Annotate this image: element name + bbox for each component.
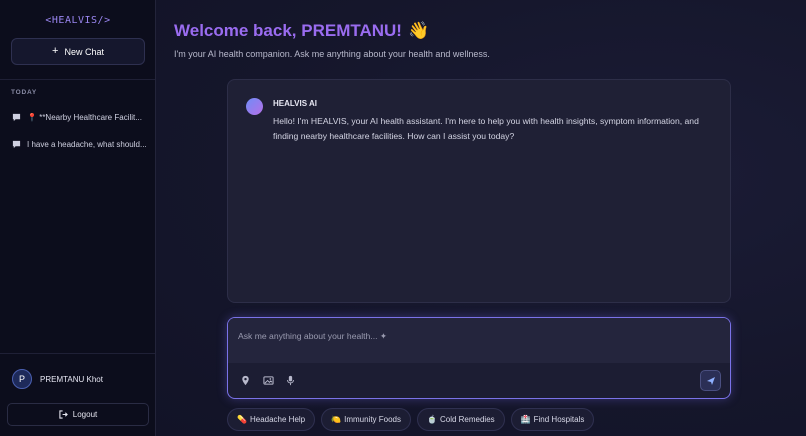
lemon-icon: 🍋: [331, 415, 342, 424]
wave-emoji: 👋: [407, 21, 430, 40]
chat-bubble-icon: [12, 140, 21, 148]
logout-button[interactable]: Logout: [7, 403, 149, 426]
chip-label: Cold Remedies: [439, 415, 495, 424]
hospital-icon: 🏥: [520, 415, 531, 424]
new-chat-button[interactable]: + New Chat: [11, 38, 145, 65]
plus-icon: +: [52, 45, 59, 57]
chat-input[interactable]: [238, 328, 718, 344]
suggestion-chips: 💊 Headache Help 🍋 Immunity Foods 🍵 Cold …: [227, 408, 595, 431]
history-section-label: TODAY: [11, 89, 38, 96]
avatar: P: [12, 369, 32, 389]
assistant-avatar: [246, 98, 263, 115]
chip-headache-help[interactable]: 💊 Headache Help: [227, 408, 316, 431]
history-item-label: I have a headache, what should...: [27, 139, 147, 149]
sidebar-divider: [0, 79, 155, 80]
chat-input-box: [227, 317, 731, 399]
app-logo: <HEALVIS/>: [45, 15, 111, 26]
chat-bubble-icon: [12, 113, 21, 121]
chip-immunity-foods[interactable]: 🍋 Immunity Foods: [321, 408, 411, 431]
page-subtitle: I'm your AI health companion. Ask me any…: [174, 49, 490, 59]
history-item-label: **Nearby Healthcare Facilit...: [39, 112, 142, 122]
history-item-pin: 📍: [27, 112, 37, 122]
logout-label: Logout: [72, 410, 98, 419]
history-item[interactable]: I have a headache, what should...: [12, 136, 150, 152]
chip-label: Find Hospitals: [533, 415, 585, 424]
new-chat-label: New Chat: [64, 46, 104, 57]
page-title: Welcome back, PREMTANU! 👋: [174, 21, 429, 41]
assistant-name: HEALVIS AI: [273, 99, 318, 108]
main-content: Welcome back, PREMTANU! 👋 I'm your AI he…: [156, 0, 806, 436]
send-icon: [706, 376, 715, 385]
location-pin-icon[interactable]: [240, 375, 251, 386]
app-root: <HEALVIS/> + New Chat TODAY 📍 **Nearby H…: [0, 0, 806, 436]
image-icon[interactable]: [263, 375, 274, 386]
history-item[interactable]: 📍 **Nearby Healthcare Facilit...: [12, 109, 150, 125]
chat-panel: HEALVIS AI Hello! I'm HEALVIS, your AI h…: [227, 79, 731, 303]
logout-icon: [59, 410, 68, 419]
pill-icon: 💊: [237, 415, 247, 424]
welcome-text: Welcome back, PREMTANU!: [174, 21, 402, 40]
user-name: PREMTANU Khot: [40, 374, 103, 384]
sidebar: <HEALVIS/> + New Chat TODAY 📍 **Nearby H…: [0, 0, 156, 436]
chip-cold-remedies[interactable]: 🍵 Cold Remedies: [417, 408, 505, 431]
chip-label: Immunity Foods: [344, 415, 401, 424]
input-area: [228, 318, 730, 363]
send-button[interactable]: [700, 370, 721, 391]
chip-label: Headache Help: [249, 415, 306, 424]
chip-find-hospitals[interactable]: 🏥 Find Hospitals: [510, 408, 595, 431]
tea-icon: 🍵: [427, 415, 437, 424]
assistant-message: Hello! I'm HEALVIS, your AI health assis…: [273, 116, 699, 141]
sidebar-divider: [0, 353, 155, 354]
user-profile[interactable]: P PREMTANU Khot: [12, 369, 103, 389]
microphone-icon[interactable]: [285, 375, 296, 386]
